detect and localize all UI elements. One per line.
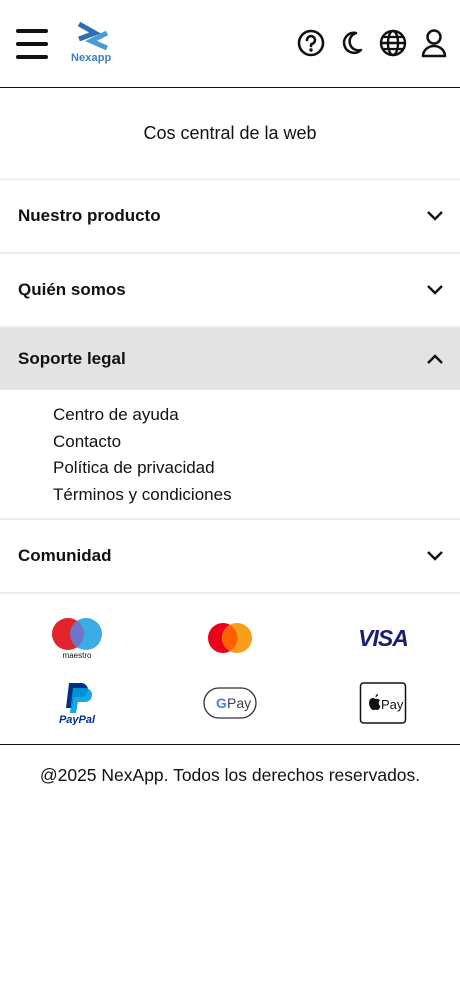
svg-text:G: G <box>216 695 227 711</box>
chevron-up-icon <box>427 354 443 364</box>
link-terms[interactable]: Términos y condiciones <box>53 482 460 509</box>
accordion-header-product[interactable]: Nuestro producto <box>0 180 460 252</box>
accordion-header-about[interactable]: Quién somos <box>0 254 460 326</box>
accordion-title: Comunidad <box>18 546 112 565</box>
accordion-item-community: Comunidad <box>0 520 460 594</box>
visa-logo: VISA <box>348 626 418 650</box>
link-help-center[interactable]: Centro de ayuda <box>53 402 460 429</box>
language-icon[interactable] <box>379 28 407 58</box>
svg-text:VISA: VISA <box>359 626 407 650</box>
payment-methods: maestro VISA PayPal G Pay Pay <box>0 594 460 745</box>
chevron-down-icon <box>427 551 443 561</box>
chevron-down-icon <box>427 285 443 295</box>
logo-mark-icon <box>77 22 109 50</box>
svg-text:maestro: maestro <box>62 651 91 660</box>
chevron-down-icon <box>427 211 443 221</box>
accordion-title: Quién somos <box>18 280 126 299</box>
accordion-item-legal: Soporte legal Centro de ayuda Contacto P… <box>0 328 460 520</box>
accordion-item-product: Nuestro producto <box>0 180 460 254</box>
accordion-body-legal: Centro de ayuda Contacto Política de pri… <box>0 390 460 518</box>
logo-text: Nexapp <box>71 52 112 64</box>
user-icon[interactable] <box>420 28 448 58</box>
accordion-header-community[interactable]: Comunidad <box>0 520 460 592</box>
google-pay-logo: G Pay <box>195 687 265 719</box>
tagline: Cos central de la web <box>0 88 460 180</box>
accordion-title: Nuestro producto <box>18 206 161 225</box>
accordion-header-legal[interactable]: Soporte legal <box>0 328 460 390</box>
paypal-logo: PayPal <box>42 681 112 725</box>
mastercard-logo <box>195 621 265 655</box>
svg-text:PayPal: PayPal <box>59 714 96 725</box>
link-contact[interactable]: Contacto <box>53 429 460 456</box>
svg-text:Pay: Pay <box>381 697 404 712</box>
accordion-item-about: Quién somos <box>0 254 460 328</box>
apple-pay-logo: Pay <box>348 681 418 725</box>
site-header: Nexapp <box>0 0 460 88</box>
menu-icon[interactable] <box>16 29 48 59</box>
accordion-title: Soporte legal <box>18 349 126 368</box>
copyright-text: @2025 NexApp. Todos los derechos reserva… <box>39 765 421 785</box>
dark-mode-icon[interactable] <box>338 28 366 58</box>
maestro-logo: maestro <box>42 616 112 660</box>
help-icon[interactable] <box>297 28 325 58</box>
link-privacy-policy[interactable]: Política de privacidad <box>53 455 460 482</box>
logo[interactable]: Nexapp <box>70 22 116 66</box>
svg-text:Pay: Pay <box>227 695 251 711</box>
